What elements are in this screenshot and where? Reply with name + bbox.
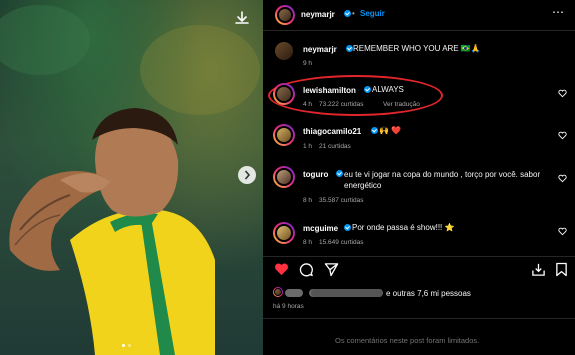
liker-avatar[interactable]	[273, 287, 283, 297]
post-header: neymarjr • Seguir ⋯	[263, 0, 575, 31]
divider	[263, 256, 575, 257]
author-username[interactable]: neymarjr	[301, 10, 335, 19]
like-post-icon[interactable]	[274, 262, 289, 276]
comment-likes[interactable]: 21 curtidas	[319, 143, 351, 150]
comment-time: 8 h	[303, 239, 313, 246]
verified-icon	[344, 10, 351, 17]
caption-username[interactable]: neymarjr	[303, 45, 337, 54]
download-icon[interactable]	[231, 8, 253, 28]
redacted-username	[285, 289, 303, 297]
comment-likes[interactable]: 73.222 curtidas	[319, 101, 363, 108]
comment-username[interactable]: thiagocamilo21	[303, 127, 361, 136]
verified-icon	[344, 224, 351, 231]
comment-username[interactable]: mcguime	[303, 224, 338, 233]
verified-icon	[336, 170, 343, 177]
caption-time: 9 h	[303, 60, 313, 67]
like-comment-icon[interactable]	[558, 89, 567, 98]
comments-panel: neymarjr • Seguir ⋯ neymarjr REMEMBER WH…	[263, 0, 575, 355]
comment-text: ALWAYS	[372, 85, 404, 94]
comment-avatar[interactable]	[273, 166, 295, 188]
carousel-dot	[128, 344, 131, 347]
comment-time: 1 h	[303, 143, 313, 150]
comment-username[interactable]: lewishamilton	[303, 86, 356, 95]
comment-time: 4 h	[303, 101, 313, 108]
post-image	[0, 0, 263, 355]
divider	[263, 318, 575, 319]
caption-text: REMEMBER WHO YOU ARE 🇧🇷🙏	[353, 44, 481, 53]
next-image-button[interactable]	[238, 166, 256, 184]
comment-text: eu te vi jogar na copa do mundo , torço …	[344, 170, 541, 190]
comment-avatar[interactable]	[273, 222, 295, 244]
verified-icon	[346, 45, 353, 52]
chevron-right-icon	[244, 170, 251, 180]
like-comment-icon[interactable]	[558, 227, 567, 236]
more-options-icon[interactable]: ⋯	[552, 5, 565, 19]
comment-likes[interactable]: 35.587 curtidas	[319, 197, 363, 204]
carousel-dots	[122, 344, 131, 347]
share-icon[interactable]	[324, 262, 339, 277]
comment-icon[interactable]	[299, 262, 314, 277]
see-translation-link[interactable]: Ver tradução	[383, 101, 420, 108]
follow-button[interactable]: Seguir	[360, 9, 385, 18]
carousel-dot	[122, 344, 125, 347]
comment-avatar[interactable]	[273, 124, 295, 146]
comment-text: Por onde passa é show!!! ⭐	[352, 223, 455, 232]
verified-icon	[371, 127, 378, 134]
comment-username[interactable]: toguro	[303, 170, 328, 179]
like-comment-icon[interactable]	[558, 174, 567, 183]
download-post-icon[interactable]	[531, 262, 546, 277]
like-comment-icon[interactable]	[558, 131, 567, 140]
verified-icon	[364, 86, 371, 93]
comment-likes[interactable]: 15.649 curtidas	[319, 239, 363, 246]
save-icon[interactable]	[555, 262, 568, 277]
comment-time: 8 h	[303, 197, 313, 204]
caption-avatar[interactable]	[275, 42, 293, 60]
comment-text: 🙌 ❤️	[379, 126, 402, 135]
comment-avatar[interactable]	[273, 83, 295, 105]
separator-dot: •	[352, 9, 355, 18]
redacted-username	[311, 289, 383, 297]
comments-limited-notice: Os comentários neste post foram limitado…	[335, 336, 480, 345]
likes-summary[interactable]: e outras 7,6 mi pessoas	[386, 289, 471, 298]
player-illustration	[0, 5, 260, 355]
author-avatar[interactable]	[275, 5, 295, 25]
post-time: há 9 horas	[273, 303, 304, 310]
